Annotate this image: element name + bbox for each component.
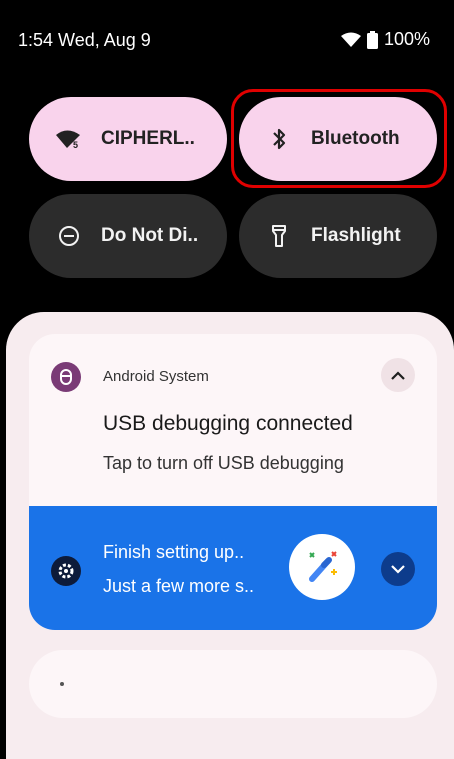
- tile-do-not-disturb[interactable]: Do Not Di..: [29, 194, 227, 278]
- notification-finish-setup[interactable]: Finish setting up.. Just a few more s..: [29, 506, 437, 630]
- notification-title: USB debugging connected: [103, 412, 353, 435]
- bluetooth-icon: [261, 127, 297, 151]
- tile-label: Flashlight: [311, 225, 401, 246]
- status-bar: 1:54 Wed, Aug 9 100%: [0, 0, 454, 84]
- notification-app-name: Android System: [103, 368, 209, 385]
- battery-percent: 100%: [383, 29, 430, 49]
- chevron-up-icon: [391, 370, 405, 380]
- android-system-icon: [51, 362, 81, 392]
- tile-bluetooth[interactable]: Bluetooth: [239, 97, 437, 181]
- notification-body: Tap to turn off USB debugging: [103, 453, 344, 473]
- tile-flashlight[interactable]: Flashlight: [239, 194, 437, 278]
- wifi-icon: 5: [51, 129, 87, 149]
- magic-wand-icon: [289, 534, 355, 600]
- status-time: 1:54 Wed, Aug 9: [18, 30, 151, 50]
- tile-label: Bluetooth: [311, 128, 400, 149]
- tile-label: Do Not Di..: [101, 225, 199, 246]
- notification-body: Just a few more s..: [103, 576, 255, 596]
- collapse-button[interactable]: [381, 358, 415, 392]
- status-icons: 100%: [340, 29, 430, 50]
- tile-wifi[interactable]: 5 CIPHERL..: [29, 97, 227, 181]
- indicator-dot: [60, 682, 64, 686]
- flashlight-icon: [261, 224, 297, 248]
- battery-icon: [366, 30, 378, 49]
- settings-gear-icon: [51, 556, 81, 586]
- notification-footer[interactable]: [29, 650, 437, 718]
- do-not-disturb-icon: [51, 225, 87, 247]
- notification-title: Finish setting up..: [103, 542, 245, 562]
- tile-label: CIPHERL..: [101, 128, 195, 149]
- wifi-icon: [340, 32, 361, 48]
- notification-usb-debugging[interactable]: Android System USB debugging connected T…: [29, 334, 437, 506]
- svg-text:5: 5: [73, 140, 78, 149]
- expand-button[interactable]: [381, 552, 415, 586]
- chevron-down-icon: [391, 564, 405, 574]
